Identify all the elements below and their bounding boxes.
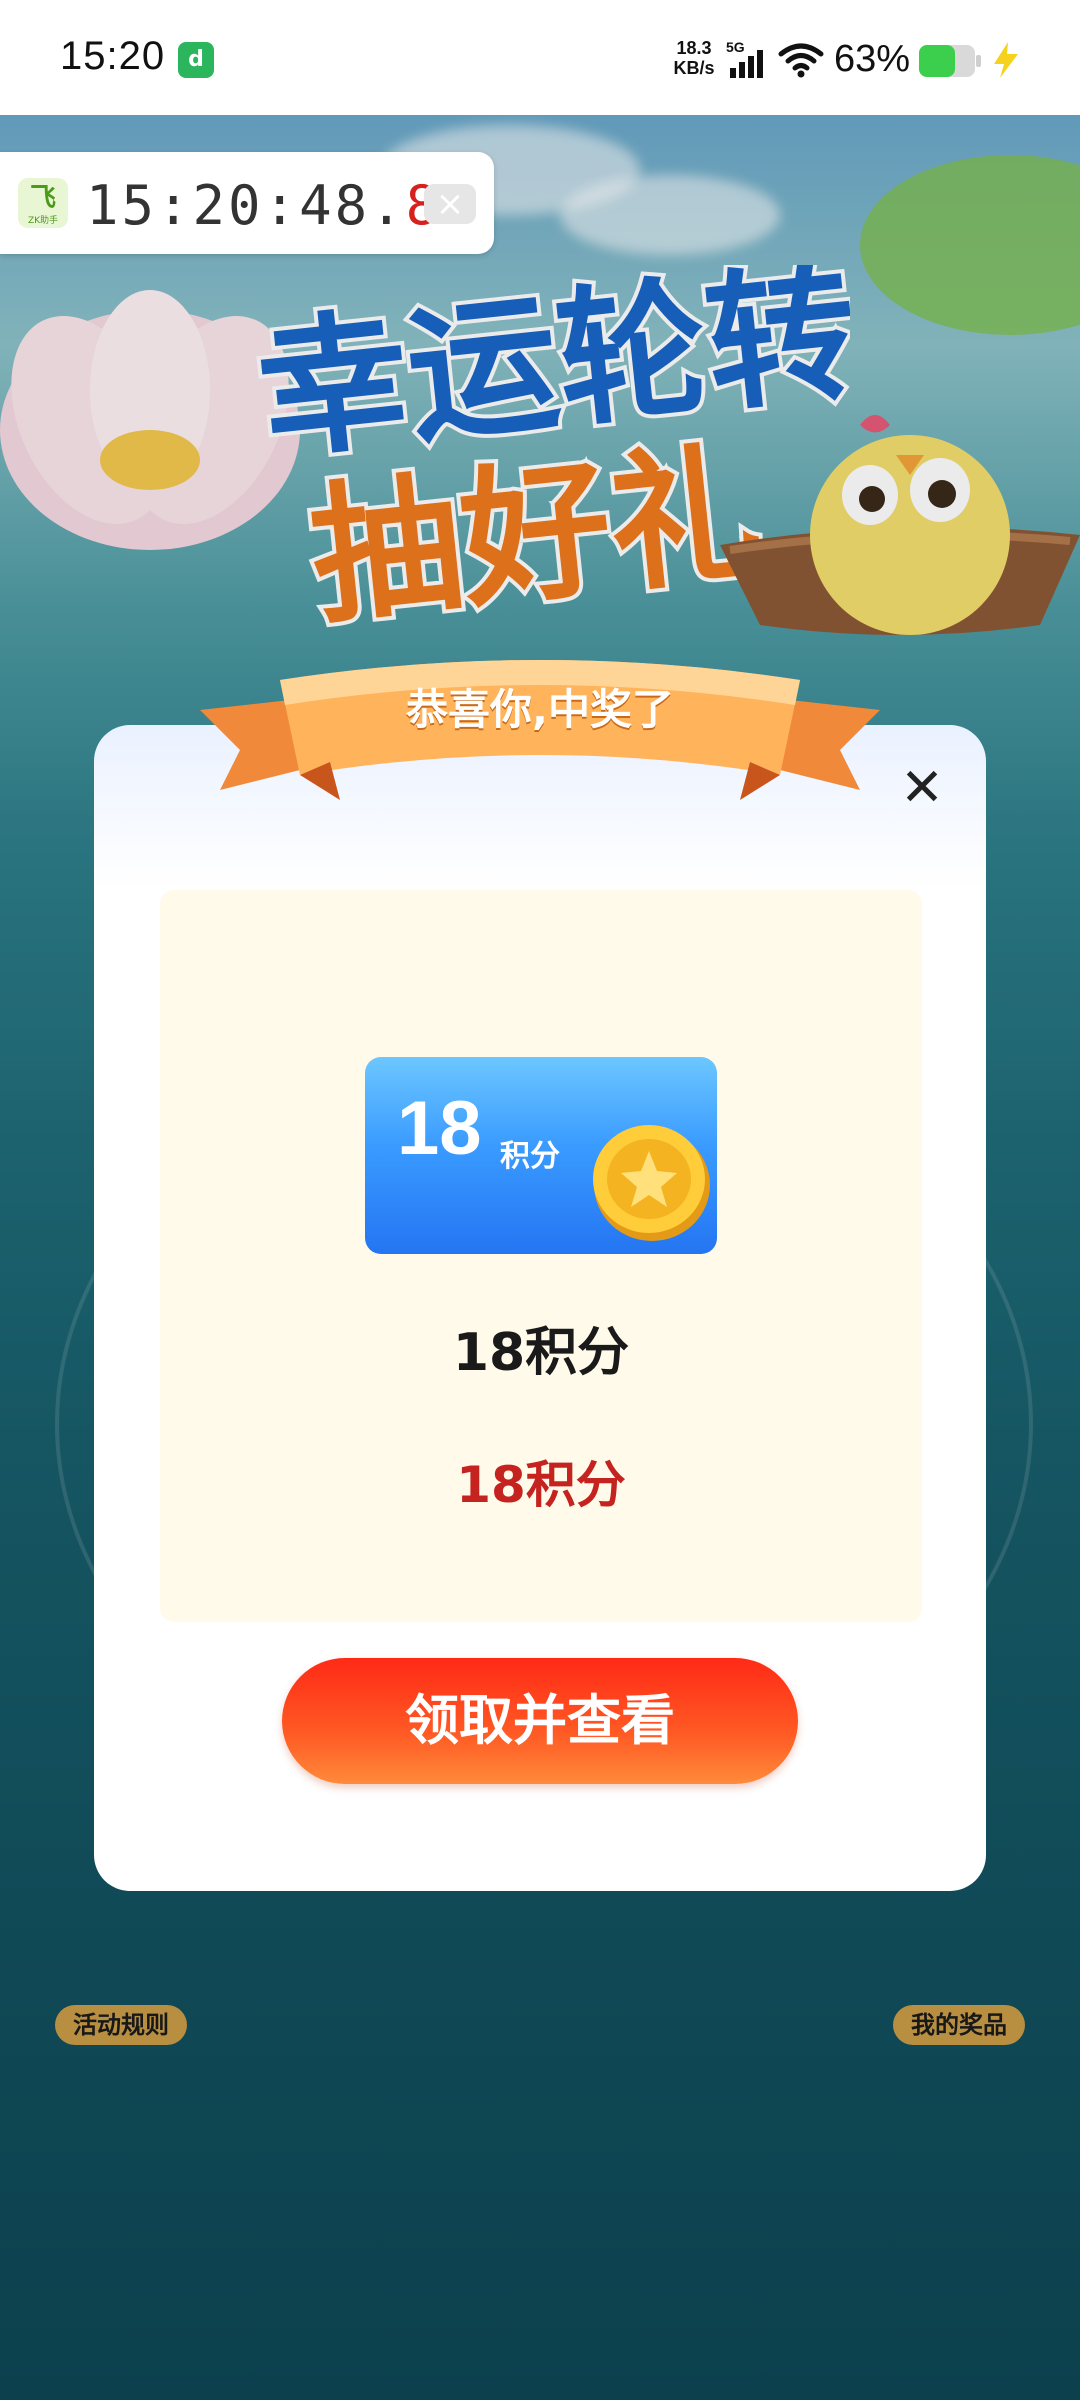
prize-name: 18积分 bbox=[452, 1323, 630, 1383]
network-type: 5G bbox=[726, 40, 745, 55]
status-bar: 15:20 d 18.3 KB/s 5G 63% bbox=[0, 0, 1080, 115]
floating-timer-widget[interactable]: 飞 ZK助手 15:20:48.8 × bbox=[0, 152, 494, 254]
timer-app-logo-icon: 飞 ZK助手 bbox=[18, 178, 68, 228]
dialog-title: 恭喜你,中奖了 bbox=[406, 685, 674, 734]
network-speed-unit: KB/s bbox=[673, 58, 715, 78]
timer-logo-text: ZK助手 bbox=[27, 216, 59, 226]
prize-card-value: 18 bbox=[397, 1086, 482, 1171]
signal-icon: 5G bbox=[726, 40, 763, 78]
prize-card-unit: 积分 bbox=[500, 1139, 560, 1174]
claim-and-view-button[interactable]: 领取并查看 bbox=[282, 1658, 798, 1784]
timer-close-button[interactable]: × bbox=[424, 184, 476, 224]
battery-icon bbox=[919, 45, 981, 77]
timer-time-main: 15:20:48. bbox=[86, 174, 406, 237]
coin-icon bbox=[593, 1125, 710, 1241]
charging-icon bbox=[994, 42, 1018, 78]
prize-card: 18 积分 bbox=[365, 1057, 717, 1254]
close-icon[interactable]: ✕ bbox=[896, 762, 948, 814]
battery-percent: 63% bbox=[834, 38, 911, 80]
wifi-icon bbox=[778, 43, 824, 78]
app-notification-icon: d bbox=[178, 42, 214, 78]
timer-clock: 15:20:48.8 bbox=[86, 174, 441, 237]
network-speed: 18.3 KB/s bbox=[664, 38, 724, 78]
prize-description: 18积分 bbox=[456, 1456, 626, 1514]
network-speed-value: 18.3 bbox=[676, 38, 712, 58]
status-time: 15:20 bbox=[60, 34, 166, 78]
